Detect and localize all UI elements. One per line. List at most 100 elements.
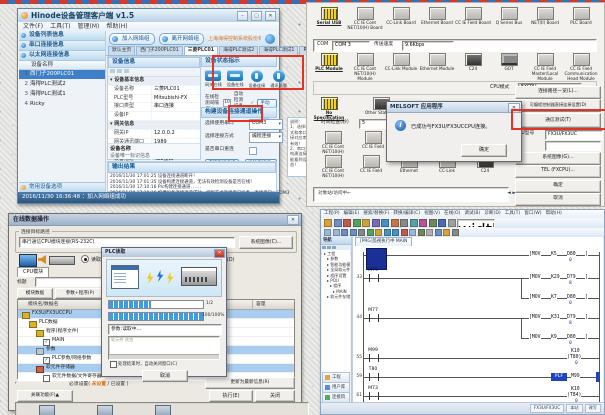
- ok-button[interactable]: 确定: [515, 180, 601, 193]
- leave-network-button[interactable]: 离开网络组: [159, 33, 205, 45]
- toolbar-icon[interactable]: [372, 219, 380, 227]
- toolbar-icon[interactable]: [409, 229, 416, 236]
- contact-symbol[interactable]: [369, 314, 379, 322]
- toolbar-icon[interactable]: [350, 229, 357, 236]
- direct-connection-button[interactable]: 可编程控制器直接连接设置(D): [515, 99, 601, 112]
- module-option-plc-board[interactable]: PLC Board: [563, 7, 599, 26]
- mode-combo[interactable]: 编程连接: [249, 132, 283, 143]
- project-tree-item[interactable]: ▸ 软元件存储器: [323, 294, 349, 299]
- contact-symbol[interactable]: [369, 274, 379, 282]
- close-button[interactable]: ✕: [265, 11, 276, 21]
- coil-symbol[interactable]: (T80): [567, 355, 581, 360]
- sidebar-panel-header[interactable]: 以太网连接信息: [19, 51, 105, 61]
- device-tab[interactable]: 西门子200PLC01: [136, 46, 183, 55]
- toolbar-icon[interactable]: [362, 219, 370, 227]
- toolbar-icon[interactable]: [392, 229, 399, 236]
- tree-checkbox[interactable]: ✓: [43, 339, 50, 346]
- toolbar-icon[interactable]: [381, 219, 389, 227]
- property-row[interactable]: 设备名称三菱PLC01: [108, 86, 200, 95]
- toolbar-icon[interactable]: [438, 219, 446, 227]
- module-option-cc-ie-field-board[interactable]: CC IE Field Board: [455, 7, 491, 26]
- project-tree[interactable]: ▸ 工程▸ 参数▸ 智能功能模块▸ 全局软元件注释▸ 程序设置▸ POU▸ 程序…: [322, 250, 350, 373]
- param-program-button[interactable]: 参数+程序(P): [55, 288, 105, 299]
- module-data-button[interactable]: 模块数据: [17, 288, 53, 299]
- nav-tool-icon[interactable]: [327, 246, 331, 249]
- toolbar-icon[interactable]: [334, 219, 342, 227]
- device-row[interactable]: 1西门子200PLC01: [19, 70, 105, 80]
- category-icon[interactable]: [117, 69, 122, 73]
- communication-test-button[interactable]: 通信测试(T): [515, 113, 601, 128]
- contact-symbol[interactable]: [369, 354, 379, 362]
- instruction-opcode[interactable]: [MOV: [529, 275, 541, 280]
- instruction-opcode[interactable]: [MOV: [529, 315, 541, 320]
- toolbar-icon[interactable]: [410, 219, 418, 227]
- toolbar-icon[interactable]: [435, 229, 442, 236]
- property-group-row[interactable]: ▾ 设备基本信息: [108, 77, 200, 86]
- instruction-opcode[interactable]: [MOV: [529, 295, 541, 300]
- module-option-cc-ie-field-master-local-module[interactable]: CC IE Field Master/Local Module: [527, 53, 563, 81]
- module-option-q-series-bus[interactable]: Q Series Bus: [491, 7, 527, 26]
- toolbar-icon[interactable]: [448, 219, 456, 227]
- sidebar-panel-header[interactable]: 串口连接信息: [19, 41, 105, 51]
- close-button2[interactable]: 关闭: [255, 390, 295, 402]
- module-option-net-ii-board[interactable]: NET(II) Board: [527, 7, 563, 26]
- toolbar-icon[interactable]: [375, 229, 382, 236]
- sidebar-panel-header[interactable]: 设备列表信息: [19, 31, 105, 41]
- cancel-button[interactable]: 取消: [142, 370, 188, 382]
- toolbar-icon[interactable]: [324, 219, 332, 227]
- related-icon-1[interactable]: 远程操作: [22, 405, 72, 415]
- property-group-row[interactable]: ▾ 网关信息: [108, 121, 200, 130]
- instruction-opcode[interactable]: [MOV: [529, 335, 541, 340]
- module-option-cc-link-module[interactable]: CC-Link Module: [383, 53, 419, 72]
- related-icon-2[interactable]: 时钟设置: [80, 405, 130, 415]
- property-row[interactable]: 接口类型串口连接: [108, 103, 200, 112]
- baud-field[interactable]: 9.6Kbps: [402, 41, 454, 51]
- contact-symbol[interactable]: [369, 392, 379, 400]
- tree-checkbox[interactable]: ✓: [43, 357, 50, 364]
- dialog-ok-button[interactable]: 确定: [461, 144, 507, 157]
- module-option-cc-ie-cont-net-10-h-module[interactable]: CC IE Cont NET/10(H) Module: [347, 53, 383, 81]
- dialog-close-button[interactable]: ✕: [508, 103, 520, 113]
- tree-checkbox[interactable]: [43, 375, 50, 382]
- document-tab[interactable]: [PRG]监视执行中 MAIN: [355, 237, 412, 246]
- cancel-button[interactable]: 取消: [515, 193, 601, 206]
- module-option-cc-ie-field-communication-head-module[interactable]: CC IE Field Communication Head Module: [563, 53, 599, 81]
- toolbar-icon[interactable]: [333, 229, 340, 236]
- system-image-button[interactable]: 系统图像(C)...: [239, 236, 293, 249]
- sidebar-bottom-panel[interactable]: 常用设备选项: [19, 182, 105, 192]
- system-image-button[interactable]: 系统图像(G)...: [515, 152, 601, 165]
- interval-input[interactable]: 10: [223, 99, 231, 107]
- close-button[interactable]: ✕: [287, 215, 299, 225]
- auto-close-checkbox[interactable]: [110, 361, 117, 368]
- instruction-opcode[interactable]: [MOV: [529, 252, 541, 257]
- property-row[interactable]: 网关IP12.0.0.2: [108, 130, 200, 139]
- toolbar-icon[interactable]: [343, 219, 351, 227]
- toolbar-icon[interactable]: [426, 229, 433, 236]
- module-option-ethernet-board[interactable]: Ethernet Board: [419, 7, 455, 26]
- toolbar-icon[interactable]: [401, 229, 408, 236]
- module-option-c24[interactable]: C24: [455, 53, 491, 72]
- ladder-canvas[interactable]: [MOVK5D80]033M79[MOVK29D79]8[MOVK7D80]04…: [353, 246, 603, 405]
- coil-symbol[interactable]: (T84): [567, 393, 581, 398]
- module-option-cc-ie-cont-net-10-h-board[interactable]: CC IE Cont NET/10(H) Board: [347, 7, 383, 31]
- toolbar-combo[interactable]: width:36px;height:7px;display:inline-blo…: [457, 219, 495, 228]
- module-option-cc-link-board[interactable]: CC-Link Board: [383, 7, 419, 26]
- device-tab[interactable]: 三菱PLC01: [184, 46, 218, 55]
- toolbar-icon[interactable]: [419, 219, 427, 227]
- toolbar-icon[interactable]: [429, 219, 437, 227]
- join-network-button[interactable]: 加入网络组: [109, 33, 155, 45]
- toolbar-icon[interactable]: [341, 229, 348, 236]
- nav-tool-icon[interactable]: [332, 246, 336, 249]
- ladder-editor[interactable]: [PRG]监视执行中 MAIN [MOVK5D80]033M79[MOVK29D…: [352, 237, 603, 405]
- toolbar-icon[interactable]: [452, 229, 459, 236]
- module-option-plc-module[interactable]: PLC Module: [311, 53, 347, 72]
- module-option-cc-ie-field[interactable]: CC IE Field: [353, 155, 389, 174]
- h-scrollbar[interactable]: [109, 354, 219, 359]
- device-tab[interactable]: 默认主页: [108, 46, 135, 55]
- tel-button[interactable]: TEL (FXCPU)...: [515, 165, 601, 178]
- module-option-serial-usb[interactable]: Serial USB: [311, 7, 347, 26]
- toolbar-icon[interactable]: [443, 229, 450, 236]
- device-row[interactable]: 3海得PLC测试1: [19, 90, 105, 100]
- toolbar-icon[interactable]: [324, 229, 331, 236]
- related-icon-3[interactable]: PLC存储器清除: [138, 405, 188, 415]
